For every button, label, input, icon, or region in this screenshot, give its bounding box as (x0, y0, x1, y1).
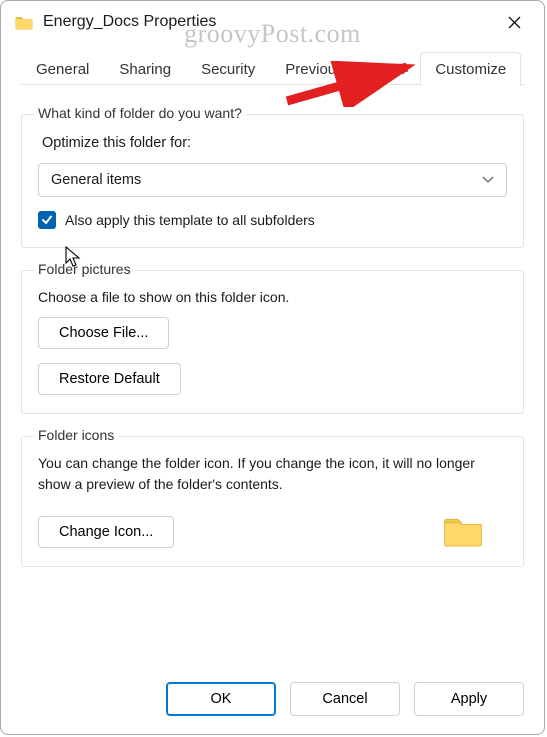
group-folder-type: What kind of folder do you want? Optimiz… (21, 114, 524, 248)
apply-subfolders-checkbox[interactable] (38, 211, 56, 229)
tab-sharing[interactable]: Sharing (104, 52, 186, 86)
group-folder-type-legend: What kind of folder do you want? (34, 105, 246, 121)
dialog-footer: OK Cancel Apply (166, 682, 524, 716)
folder-icons-desc: You can change the folder icon. If you c… (38, 453, 507, 494)
group-folder-icons: Folder icons You can change the folder i… (21, 436, 524, 567)
group-folder-pictures-legend: Folder pictures (34, 261, 135, 277)
tab-security[interactable]: Security (186, 52, 270, 86)
optimize-label: Optimize this folder for: (42, 135, 507, 151)
window-title: Energy_Docs Properties (43, 13, 496, 31)
choose-file-button[interactable]: Choose File... (38, 317, 169, 349)
chevron-down-icon (482, 173, 494, 187)
cancel-button[interactable]: Cancel (290, 682, 400, 716)
folder-icon (15, 15, 33, 30)
folder-pictures-desc: Choose a file to show on this folder ico… (38, 287, 507, 307)
folder-preview-icon (443, 514, 483, 548)
apply-subfolders-label: Also apply this template to all subfolde… (65, 212, 315, 228)
tab-customize[interactable]: Customize (420, 52, 521, 86)
tab-general[interactable]: General (21, 52, 104, 86)
close-icon (508, 16, 521, 29)
group-folder-icons-legend: Folder icons (34, 427, 118, 443)
checkmark-icon (41, 214, 53, 226)
optimize-dropdown[interactable]: General items (38, 163, 507, 197)
restore-default-button[interactable]: Restore Default (38, 363, 181, 395)
optimize-dropdown-value: General items (51, 172, 141, 188)
tab-previous-versions[interactable]: Previous Versions (270, 52, 420, 86)
close-button[interactable] (496, 7, 532, 37)
tab-strip: General Sharing Security Previous Versio… (1, 51, 544, 86)
ok-button[interactable]: OK (166, 682, 276, 716)
titlebar: Energy_Docs Properties (1, 1, 544, 43)
change-icon-button[interactable]: Change Icon... (38, 516, 174, 548)
apply-button[interactable]: Apply (414, 682, 524, 716)
group-folder-pictures: Folder pictures Choose a file to show on… (21, 270, 524, 414)
